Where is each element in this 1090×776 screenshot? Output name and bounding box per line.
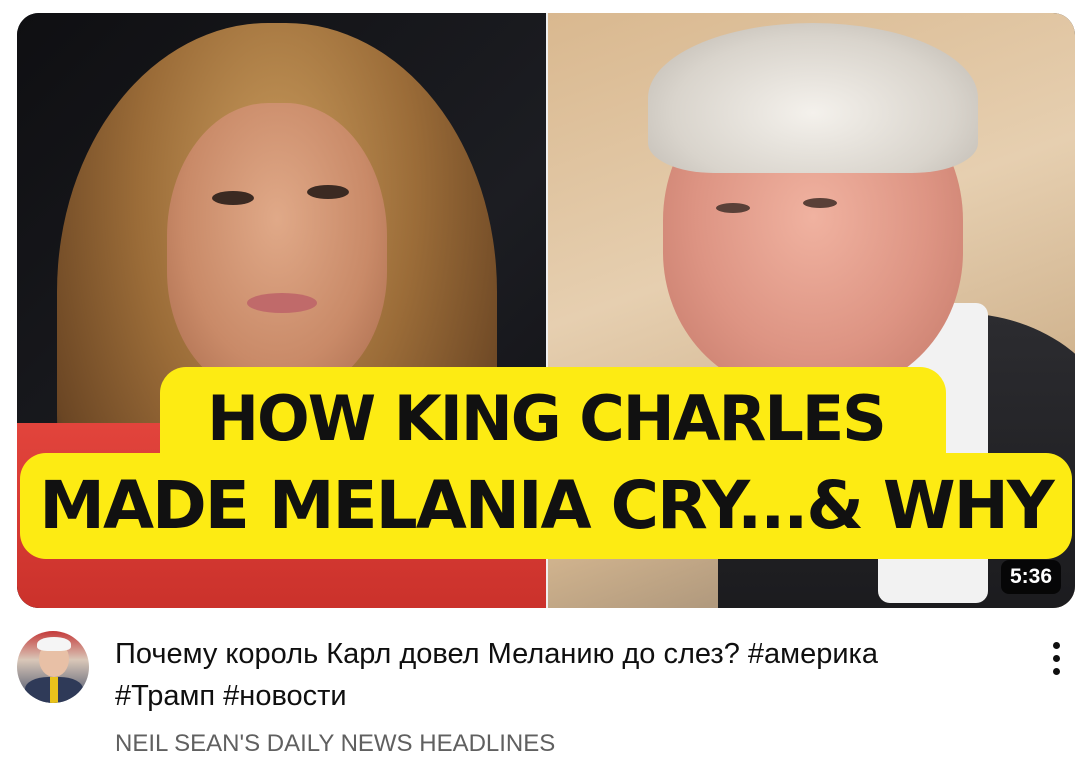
video-title-line: #Трамп #новости	[115, 680, 347, 712]
video-card: HOW KING CHARLES MADE MELANIA CRY...& WH…	[0, 0, 1090, 776]
thumbnail-headline: MADE MELANIA CRY...& WHY	[39, 467, 1054, 544]
more-vert-icon[interactable]	[1040, 638, 1072, 678]
channel-avatar[interactable]	[17, 631, 89, 703]
duration-badge: 5:36	[1000, 560, 1061, 594]
thumbnail-headline: HOW KING CHARLES	[207, 382, 887, 455]
video-thumbnail[interactable]: HOW KING CHARLES MADE MELANIA CRY...& WH…	[17, 13, 1075, 608]
channel-name[interactable]: NEIL SEAN'S DAILY NEWS HEADLINES	[115, 728, 555, 760]
video-title-line: Почему король Карл довел Меланию до слез…	[115, 638, 878, 670]
video-title[interactable]: Почему король Карл довел Меланию до слез…	[115, 633, 1015, 717]
